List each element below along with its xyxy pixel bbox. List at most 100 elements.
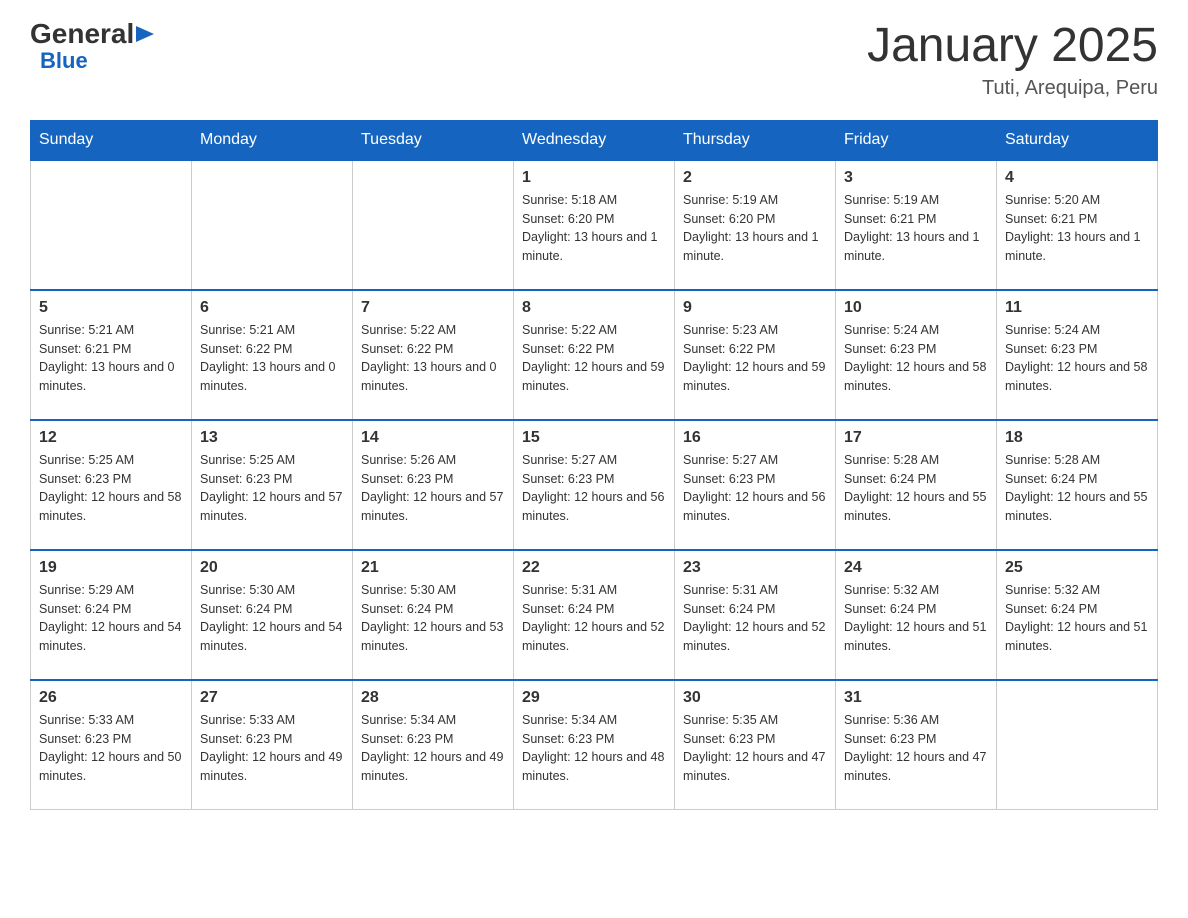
calendar-cell: 27 Sunrise: 5:33 AMSunset: 6:23 PMDayligh… xyxy=(192,680,353,810)
day-number: 1 xyxy=(522,169,666,187)
day-info: Sunrise: 5:18 AMSunset: 6:20 PMDaylight:… xyxy=(522,191,666,266)
header-friday: Friday xyxy=(836,120,997,160)
calendar-cell: 13 Sunrise: 5:25 AMSunset: 6:23 PMDayligh… xyxy=(192,420,353,550)
day-info: Sunrise: 5:19 AMSunset: 6:21 PMDaylight:… xyxy=(844,191,988,266)
calendar-cell: 29 Sunrise: 5:34 AMSunset: 6:23 PMDayligh… xyxy=(514,680,675,810)
calendar-week-1: 1 Sunrise: 5:18 AMSunset: 6:20 PMDaylight… xyxy=(31,160,1158,290)
day-info: Sunrise: 5:24 AMSunset: 6:23 PMDaylight:… xyxy=(1005,321,1149,396)
day-number: 23 xyxy=(683,559,827,577)
day-number: 20 xyxy=(200,559,344,577)
day-info: Sunrise: 5:25 AMSunset: 6:23 PMDaylight:… xyxy=(200,451,344,526)
calendar-cell xyxy=(31,160,192,290)
title-section: January 2025 Tuti, Arequipa, Peru xyxy=(867,20,1158,100)
day-info: Sunrise: 5:29 AMSunset: 6:24 PMDaylight:… xyxy=(39,581,183,656)
day-info: Sunrise: 5:36 AMSunset: 6:23 PMDaylight:… xyxy=(844,711,988,786)
calendar-cell: 15 Sunrise: 5:27 AMSunset: 6:23 PMDayligh… xyxy=(514,420,675,550)
day-info: Sunrise: 5:30 AMSunset: 6:24 PMDaylight:… xyxy=(200,581,344,656)
logo-triangle-icon xyxy=(136,26,154,42)
day-number: 10 xyxy=(844,299,988,317)
day-info: Sunrise: 5:20 AMSunset: 6:21 PMDaylight:… xyxy=(1005,191,1149,266)
calendar-cell: 19 Sunrise: 5:29 AMSunset: 6:24 PMDayligh… xyxy=(31,550,192,680)
calendar: Sunday Monday Tuesday Wednesday Thursday… xyxy=(30,120,1158,811)
logo-blue-text: Blue xyxy=(40,48,88,74)
day-info: Sunrise: 5:34 AMSunset: 6:23 PMDaylight:… xyxy=(522,711,666,786)
day-number: 26 xyxy=(39,689,183,707)
day-info: Sunrise: 5:31 AMSunset: 6:24 PMDaylight:… xyxy=(522,581,666,656)
day-number: 30 xyxy=(683,689,827,707)
day-info: Sunrise: 5:30 AMSunset: 6:24 PMDaylight:… xyxy=(361,581,505,656)
day-number: 9 xyxy=(683,299,827,317)
day-number: 21 xyxy=(361,559,505,577)
day-number: 5 xyxy=(39,299,183,317)
day-info: Sunrise: 5:24 AMSunset: 6:23 PMDaylight:… xyxy=(844,321,988,396)
day-number: 27 xyxy=(200,689,344,707)
calendar-cell: 12 Sunrise: 5:25 AMSunset: 6:23 PMDayligh… xyxy=(31,420,192,550)
day-number: 15 xyxy=(522,429,666,447)
header-row: Sunday Monday Tuesday Wednesday Thursday… xyxy=(31,120,1158,160)
calendar-cell xyxy=(192,160,353,290)
day-info: Sunrise: 5:22 AMSunset: 6:22 PMDaylight:… xyxy=(522,321,666,396)
day-number: 6 xyxy=(200,299,344,317)
day-info: Sunrise: 5:26 AMSunset: 6:23 PMDaylight:… xyxy=(361,451,505,526)
day-number: 14 xyxy=(361,429,505,447)
day-info: Sunrise: 5:19 AMSunset: 6:20 PMDaylight:… xyxy=(683,191,827,266)
day-number: 16 xyxy=(683,429,827,447)
calendar-cell: 21 Sunrise: 5:30 AMSunset: 6:24 PMDayligh… xyxy=(353,550,514,680)
header-monday: Monday xyxy=(192,120,353,160)
day-info: Sunrise: 5:33 AMSunset: 6:23 PMDaylight:… xyxy=(200,711,344,786)
calendar-cell: 4 Sunrise: 5:20 AMSunset: 6:21 PMDaylight… xyxy=(997,160,1158,290)
calendar-cell: 30Sunrise: 5:35 AMSunset: 6:23 PMDayligh… xyxy=(675,680,836,810)
page-header: General Blue January 2025 Tuti, Arequipa… xyxy=(30,20,1158,100)
calendar-cell: 22 Sunrise: 5:31 AMSunset: 6:24 PMDayligh… xyxy=(514,550,675,680)
calendar-cell xyxy=(353,160,514,290)
day-number: 19 xyxy=(39,559,183,577)
day-number: 8 xyxy=(522,299,666,317)
calendar-cell: 2 Sunrise: 5:19 AMSunset: 6:20 PMDaylight… xyxy=(675,160,836,290)
calendar-cell: 9 Sunrise: 5:23 AMSunset: 6:22 PMDaylight… xyxy=(675,290,836,420)
calendar-cell: 14 Sunrise: 5:26 AMSunset: 6:23 PMDayligh… xyxy=(353,420,514,550)
header-tuesday: Tuesday xyxy=(353,120,514,160)
day-info: Sunrise: 5:33 AMSunset: 6:23 PMDaylight:… xyxy=(39,711,183,786)
day-info: Sunrise: 5:32 AMSunset: 6:24 PMDaylight:… xyxy=(1005,581,1149,656)
header-sunday: Sunday xyxy=(31,120,192,160)
day-info: Sunrise: 5:21 AMSunset: 6:21 PMDaylight:… xyxy=(39,321,183,396)
calendar-cell: 18 Sunrise: 5:28 AMSunset: 6:24 PMDayligh… xyxy=(997,420,1158,550)
calendar-cell xyxy=(997,680,1158,810)
day-number: 13 xyxy=(200,429,344,447)
header-saturday: Saturday xyxy=(997,120,1158,160)
calendar-cell: 24 Sunrise: 5:32 AMSunset: 6:24 PMDayligh… xyxy=(836,550,997,680)
day-info: Sunrise: 5:25 AMSunset: 6:23 PMDaylight:… xyxy=(39,451,183,526)
day-info: Sunrise: 5:23 AMSunset: 6:22 PMDaylight:… xyxy=(683,321,827,396)
day-number: 22 xyxy=(522,559,666,577)
calendar-cell: 23Sunrise: 5:31 AMSunset: 6:24 PMDayligh… xyxy=(675,550,836,680)
calendar-cell: 31Sunrise: 5:36 AMSunset: 6:23 PMDayligh… xyxy=(836,680,997,810)
subtitle: Tuti, Arequipa, Peru xyxy=(867,77,1158,100)
calendar-cell: 26 Sunrise: 5:33 AMSunset: 6:23 PMDayligh… xyxy=(31,680,192,810)
day-info: Sunrise: 5:32 AMSunset: 6:24 PMDaylight:… xyxy=(844,581,988,656)
header-wednesday: Wednesday xyxy=(514,120,675,160)
day-info: Sunrise: 5:21 AMSunset: 6:22 PMDaylight:… xyxy=(200,321,344,396)
calendar-header: Sunday Monday Tuesday Wednesday Thursday… xyxy=(31,120,1158,160)
day-number: 24 xyxy=(844,559,988,577)
day-number: 7 xyxy=(361,299,505,317)
calendar-cell: 1 Sunrise: 5:18 AMSunset: 6:20 PMDaylight… xyxy=(514,160,675,290)
day-number: 25 xyxy=(1005,559,1149,577)
day-number: 29 xyxy=(522,689,666,707)
header-thursday: Thursday xyxy=(675,120,836,160)
calendar-cell: 5 Sunrise: 5:21 AMSunset: 6:21 PMDaylight… xyxy=(31,290,192,420)
day-number: 17 xyxy=(844,429,988,447)
day-info: Sunrise: 5:28 AMSunset: 6:24 PMDaylight:… xyxy=(1005,451,1149,526)
day-number: 12 xyxy=(39,429,183,447)
day-number: 2 xyxy=(683,169,827,187)
day-info: Sunrise: 5:27 AMSunset: 6:23 PMDaylight:… xyxy=(683,451,827,526)
day-number: 18 xyxy=(1005,429,1149,447)
calendar-cell: 11Sunrise: 5:24 AMSunset: 6:23 PMDayligh… xyxy=(997,290,1158,420)
day-number: 4 xyxy=(1005,169,1149,187)
calendar-cell: 7Sunrise: 5:22 AMSunset: 6:22 PMDaylight… xyxy=(353,290,514,420)
calendar-week-2: 5 Sunrise: 5:21 AMSunset: 6:21 PMDaylight… xyxy=(31,290,1158,420)
calendar-cell: 8 Sunrise: 5:22 AMSunset: 6:22 PMDaylight… xyxy=(514,290,675,420)
calendar-week-3: 12 Sunrise: 5:25 AMSunset: 6:23 PMDayligh… xyxy=(31,420,1158,550)
calendar-cell: 25 Sunrise: 5:32 AMSunset: 6:24 PMDayligh… xyxy=(997,550,1158,680)
day-info: Sunrise: 5:27 AMSunset: 6:23 PMDaylight:… xyxy=(522,451,666,526)
calendar-cell: 17Sunrise: 5:28 AMSunset: 6:24 PMDayligh… xyxy=(836,420,997,550)
